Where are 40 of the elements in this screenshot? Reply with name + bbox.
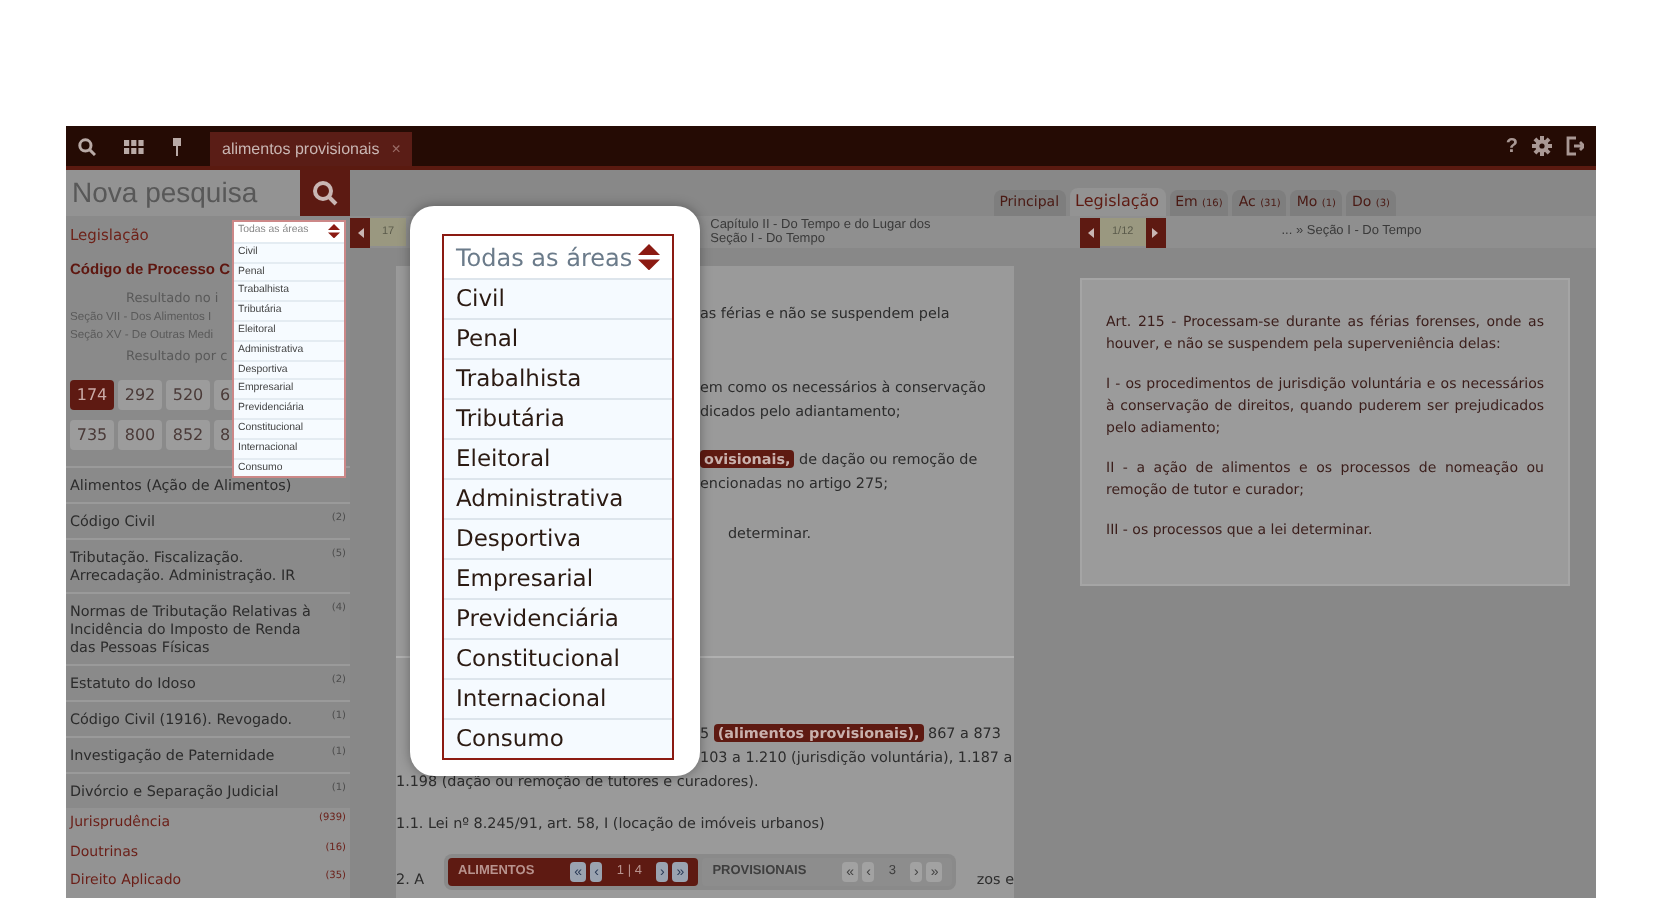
search-tab[interactable]: alimentos provisionais × xyxy=(210,132,413,166)
caret-left-icon xyxy=(357,227,363,237)
dropdown-option[interactable]: Eleitoral xyxy=(444,438,672,478)
dropdown-option[interactable]: Empresarial xyxy=(444,558,672,598)
dropdown-option[interactable]: Civil xyxy=(444,278,672,318)
dropdown-value: Todas as áreas xyxy=(456,241,633,275)
sort-caret-icon xyxy=(328,224,340,239)
area-dropdown[interactable]: Todas as áreas Civil Penal Trabalhista Tributária Eleitoral Administrativa Desportiva Empresarial Previdenciária Constitucional Internacional Consumo xyxy=(442,234,674,760)
dropdown-option[interactable]: Penal xyxy=(444,318,672,358)
search-button[interactable] xyxy=(300,170,350,216)
close-button[interactable]: × xyxy=(391,138,401,160)
page-button[interactable]: 735 xyxy=(70,420,114,451)
dropdown-option[interactable]: Desportiva xyxy=(444,518,672,558)
dropdown-option[interactable]: Constitucional xyxy=(444,638,672,678)
caret-right-icon xyxy=(1152,227,1159,237)
previous-button[interactable] xyxy=(1080,217,1100,247)
next-button[interactable] xyxy=(1145,217,1166,247)
page-button[interactable]: 520 xyxy=(166,380,210,411)
dropdown-option[interactable]: Administrativa xyxy=(444,478,672,518)
search-icon[interactable] xyxy=(78,137,96,155)
exit-icon[interactable] xyxy=(1566,136,1584,156)
dropdown-option[interactable]: Internacional xyxy=(444,678,672,718)
help-button[interactable]: ? xyxy=(1505,131,1518,161)
page-button[interactable]: 174 xyxy=(70,380,114,411)
page-button[interactable]: 852 xyxy=(166,420,210,451)
page-button[interactable]: 800 xyxy=(118,420,162,451)
previous-button[interactable] xyxy=(350,217,370,247)
dropdown-option[interactable]: Trabalhista xyxy=(444,358,672,398)
dropdown-option[interactable]: Tributária xyxy=(444,398,672,438)
caret-left-icon xyxy=(1087,227,1093,237)
grid-icon[interactable] xyxy=(124,139,144,153)
dropdown-option[interactable]: Consumo xyxy=(444,718,672,758)
pin-icon[interactable] xyxy=(172,137,182,155)
dropdown-option[interactable]: Previdenciária xyxy=(444,598,672,638)
settings-icon[interactable] xyxy=(1532,136,1552,156)
page-button[interactable]: 292 xyxy=(118,380,162,411)
search-field[interactable]: Nova pesquisa xyxy=(66,170,300,216)
sort-caret-icon xyxy=(638,244,660,270)
search-icon xyxy=(312,180,338,206)
tab[interactable]: Legislação xyxy=(1069,187,1166,216)
